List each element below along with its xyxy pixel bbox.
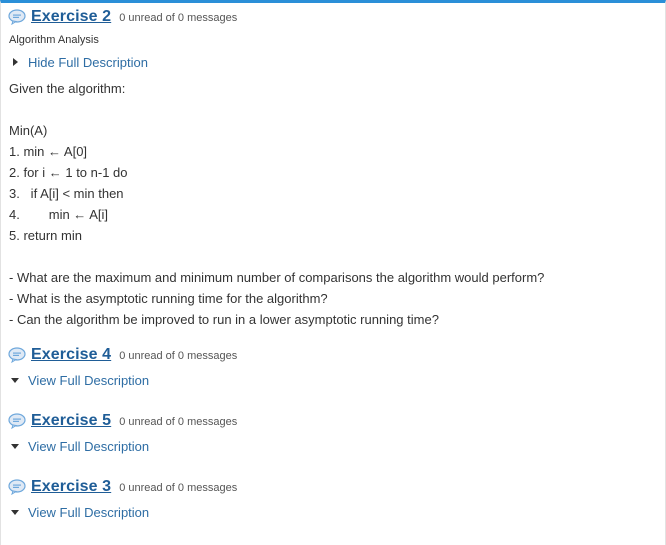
topic-header: Exercise 4 0 unread of 0 messages [1,342,665,368]
topic-header: Exercise 2 0 unread of 0 messages [1,4,665,30]
description-line: 1. min ← A[0] [9,144,88,159]
description-line: Min(A) [9,123,48,138]
description-line: 2. for i ← 1 to n-1 do [9,165,128,180]
speech-bubble-icon [8,479,26,495]
topic-exercise-3: Exercise 3 0 unread of 0 messages View F… [1,474,665,524]
description-line [9,99,665,120]
unread-count: 0 unread of 0 messages [119,350,238,362]
topic-subtitle: Algorithm Analysis [9,34,99,46]
triangle-down-icon [11,510,19,515]
topic-header: Exercise 3 0 unread of 0 messages [1,474,665,500]
unread-count: 0 unread of 0 messages [119,12,238,24]
discussion-topic-list: Exercise 2 0 unread of 0 messages Algori… [0,0,666,545]
description-line: 4. min ← A[i] [9,207,108,222]
topic-title-link[interactable]: Exercise 2 [31,8,111,26]
unread-count: 0 unread of 0 messages [119,482,238,494]
topic-title-link[interactable]: Exercise 4 [31,346,111,364]
description-line: - What are the maximum and minimum numbe… [9,270,545,285]
description-line: - Can the algorithm be improved to run i… [9,312,439,327]
speech-bubble-icon [8,9,26,25]
view-description-toggle[interactable]: View Full Description [1,500,665,524]
unread-count: 0 unread of 0 messages [119,416,238,428]
toggle-label: View Full Description [28,372,150,388]
topic-title-link[interactable]: Exercise 3 [31,478,111,496]
toggle-label: View Full Description [28,504,150,520]
speech-bubble-icon [8,347,26,363]
description-line: 3. if A[i] < min then [9,186,124,201]
topic-exercise-2: Exercise 2 0 unread of 0 messages Algori… [1,4,665,330]
description-line: Given the algorithm: [9,81,126,96]
triangle-right-icon [13,58,18,66]
toggle-label: Hide Full Description [28,54,148,70]
description-line [9,246,665,267]
hide-description-toggle[interactable]: Hide Full Description [1,50,665,74]
topic-description: Given the algorithm: Min(A) 1. min ← A[0] 2… [1,78,665,330]
triangle-down-icon [11,378,19,383]
topic-exercise-5: Exercise 5 0 unread of 0 messages View F… [1,408,665,458]
description-line: 5. return min [9,228,82,243]
view-description-toggle[interactable]: View Full Description [1,434,665,458]
view-description-toggle[interactable]: View Full Description [1,368,665,392]
speech-bubble-icon [8,413,26,429]
triangle-down-icon [11,444,19,449]
topic-exercise-4: Exercise 4 0 unread of 0 messages View F… [1,342,665,392]
topic-header: Exercise 5 0 unread of 0 messages [1,408,665,434]
toggle-label: View Full Description [28,438,150,454]
description-line: - What is the asymptotic running time fo… [9,291,328,306]
topic-title-link[interactable]: Exercise 5 [31,412,111,430]
